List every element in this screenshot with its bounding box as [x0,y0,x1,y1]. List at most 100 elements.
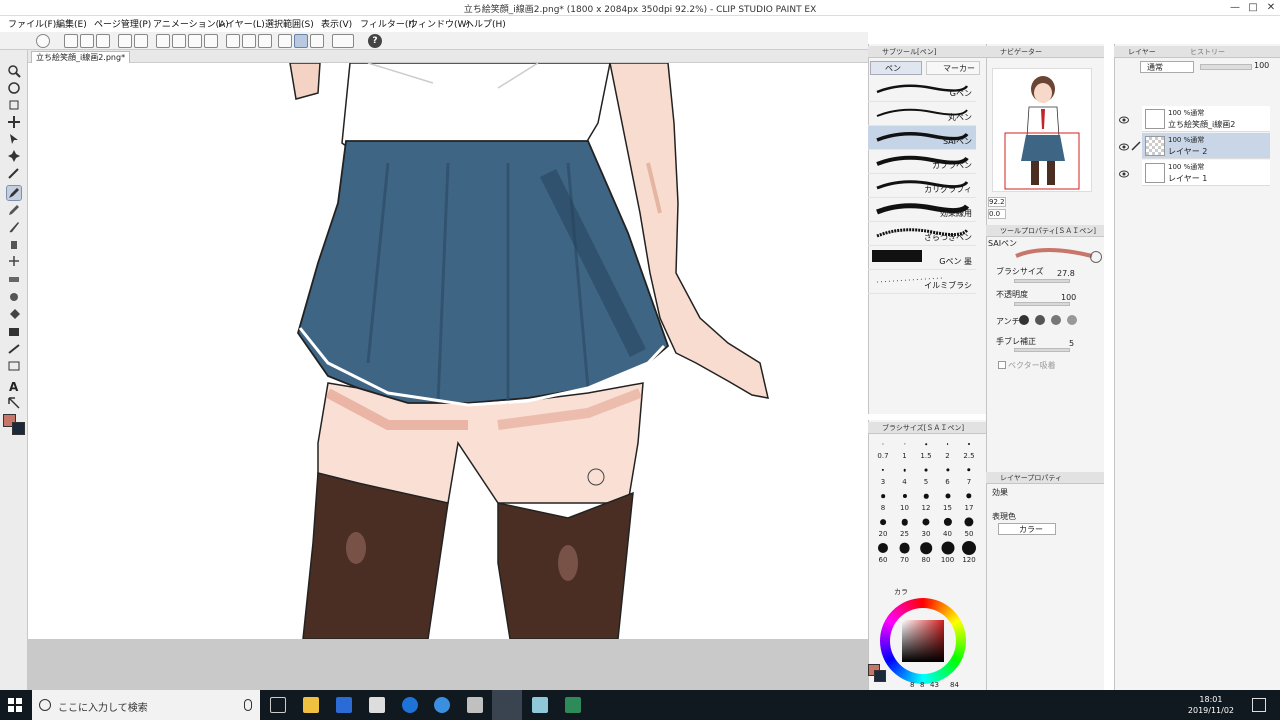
ie-icon[interactable] [434,697,450,713]
move-icon[interactable] [7,115,21,129]
brush-size-preset[interactable]: 8 [872,488,894,514]
store-icon[interactable] [336,697,352,713]
subtool-item[interactable]: Gペン [868,78,976,102]
brush-size-preset[interactable]: 2.5 [958,436,980,462]
brush-size-preset[interactable]: 10 [894,488,916,514]
subtool-item[interactable]: カリグラフィ [868,174,976,198]
stabilization-slider[interactable] [1014,348,1070,352]
brush-size-preset[interactable]: 60 [872,540,894,566]
maximize-button[interactable]: □ [1244,1,1262,14]
zoom-icon[interactable] [7,64,21,78]
redo-icon[interactable] [134,34,148,48]
canvas[interactable] [28,63,868,639]
eraser-icon[interactable] [7,271,21,285]
opacity-slider[interactable] [1014,302,1070,306]
search-icon[interactable] [1090,251,1102,263]
edge-icon[interactable] [402,697,418,713]
frame-icon[interactable] [7,359,21,373]
brush-size-preset[interactable]: 0.7 [872,436,894,462]
windows-start-icon[interactable] [8,698,22,712]
menu-layer[interactable]: レイヤー(L) [217,17,265,30]
navigator-zoom-value[interactable]: 92.2 [988,197,1006,207]
app-icon-1[interactable] [532,697,548,713]
vector-snap-checkbox[interactable] [998,361,1006,369]
calculator-icon[interactable] [467,697,483,713]
screen-mode-icon[interactable] [332,34,354,48]
brush-size-preset[interactable]: 4 [894,462,916,488]
brush-size-preset[interactable]: 1.5 [915,436,937,462]
opacity-value[interactable]: 100 [1061,293,1076,302]
menu-filter[interactable]: フィルター(I) [360,17,415,30]
antialias-weak-option[interactable] [1035,315,1045,325]
eyedropper-icon[interactable] [7,166,21,180]
brush-size-preset[interactable]: 20 [872,514,894,540]
saturation-value-square[interactable] [902,620,944,662]
taskbar-search[interactable]: ここに入力して検索 [32,690,260,720]
brush-size-preset[interactable]: 17 [958,488,980,514]
brush-size-preset[interactable]: 50 [958,514,980,540]
navigator-rotate-controls[interactable] [1030,209,1100,221]
gradient-icon[interactable] [7,325,21,339]
subtool-tab-marker[interactable]: マーカー [926,61,980,75]
layer-row-selected[interactable]: 100 %通常 レイヤー 2 [1142,133,1270,159]
brush-size-preset[interactable]: 70 [894,540,916,566]
transform-icon[interactable] [172,34,186,48]
visibility-eye-icon[interactable] [1119,170,1129,178]
operation-icon[interactable] [7,132,21,146]
new-file-icon[interactable] [64,34,78,48]
rotate-icon[interactable] [7,81,21,95]
color-tab[interactable]: カラ [894,587,908,597]
navigator-rotate-value[interactable]: 0.0 [988,209,1006,219]
brush-size-preset[interactable]: 15 [937,488,959,514]
clip-studio-icon[interactable] [36,34,50,48]
menu-window[interactable]: ウィンドウ(W) [409,17,470,30]
invert-selection-icon[interactable] [226,34,240,48]
brush-size-preset[interactable]: 100 [937,540,959,566]
help-button[interactable]: ? [368,34,382,48]
brush-icon[interactable] [7,220,21,234]
clip-studio-taskbar-icon[interactable] [492,690,522,720]
subtool-item[interactable]: 効果線用 [868,198,976,222]
text-icon[interactable]: A [7,379,21,394]
mail-icon[interactable] [369,697,385,713]
airbrush-icon[interactable] [7,237,21,251]
antialias-none-option[interactable] [1019,315,1029,325]
visibility-eye-icon[interactable] [1119,116,1129,124]
auto-select-icon[interactable] [7,149,21,163]
undo-icon[interactable] [118,34,132,48]
save-icon[interactable] [96,34,110,48]
brush-size-preset[interactable]: 5 [915,462,937,488]
blend-mode-select[interactable]: 通常 [1140,61,1194,73]
brush-size-preset[interactable]: 3 [872,462,894,488]
brush-size-preset[interactable]: 6 [937,462,959,488]
brush-size-preset[interactable]: 30 [915,514,937,540]
brush-size-value[interactable]: 27.8 [1057,269,1075,278]
navigator-zoom-controls[interactable] [1030,196,1100,208]
task-view-icon[interactable] [270,697,286,713]
snap-ruler-icon[interactable] [278,34,292,48]
file-explorer-icon[interactable] [303,697,319,713]
notification-icon[interactable] [1252,698,1266,712]
effect-buttons[interactable] [1018,498,1090,510]
brush-size-preset[interactable]: 80 [915,540,937,566]
subtool-item[interactable]: カブラペン [868,150,976,174]
fill-icon[interactable] [7,308,21,322]
microphone-icon[interactable] [244,699,252,711]
snap-special-ruler-icon[interactable] [294,34,308,48]
figure-icon[interactable] [7,342,21,356]
menu-page[interactable]: ページ管理(P) [94,17,151,30]
blend-icon[interactable] [7,288,21,302]
layer-toolbar-1[interactable] [1120,76,1270,88]
layer-opacity-value[interactable]: 100 [1254,61,1269,70]
scale-icon[interactable] [188,34,202,48]
balloon-icon[interactable] [7,396,21,410]
layer-row[interactable]: 100 %通常 レイヤー 1 [1142,160,1270,186]
brush-size-preset[interactable]: 7 [958,462,980,488]
brush-size-preset[interactable]: 12 [915,488,937,514]
brush-size-preset[interactable]: 1 [894,436,916,462]
sub-color-swatch[interactable] [12,422,25,435]
minimize-button[interactable]: — [1226,1,1244,14]
layer-row[interactable]: 100 %通常 立ち絵笑顔_i線画2 [1142,106,1270,132]
visibility-eye-icon[interactable] [1119,143,1129,151]
system-tray-icons[interactable] [1090,699,1102,711]
